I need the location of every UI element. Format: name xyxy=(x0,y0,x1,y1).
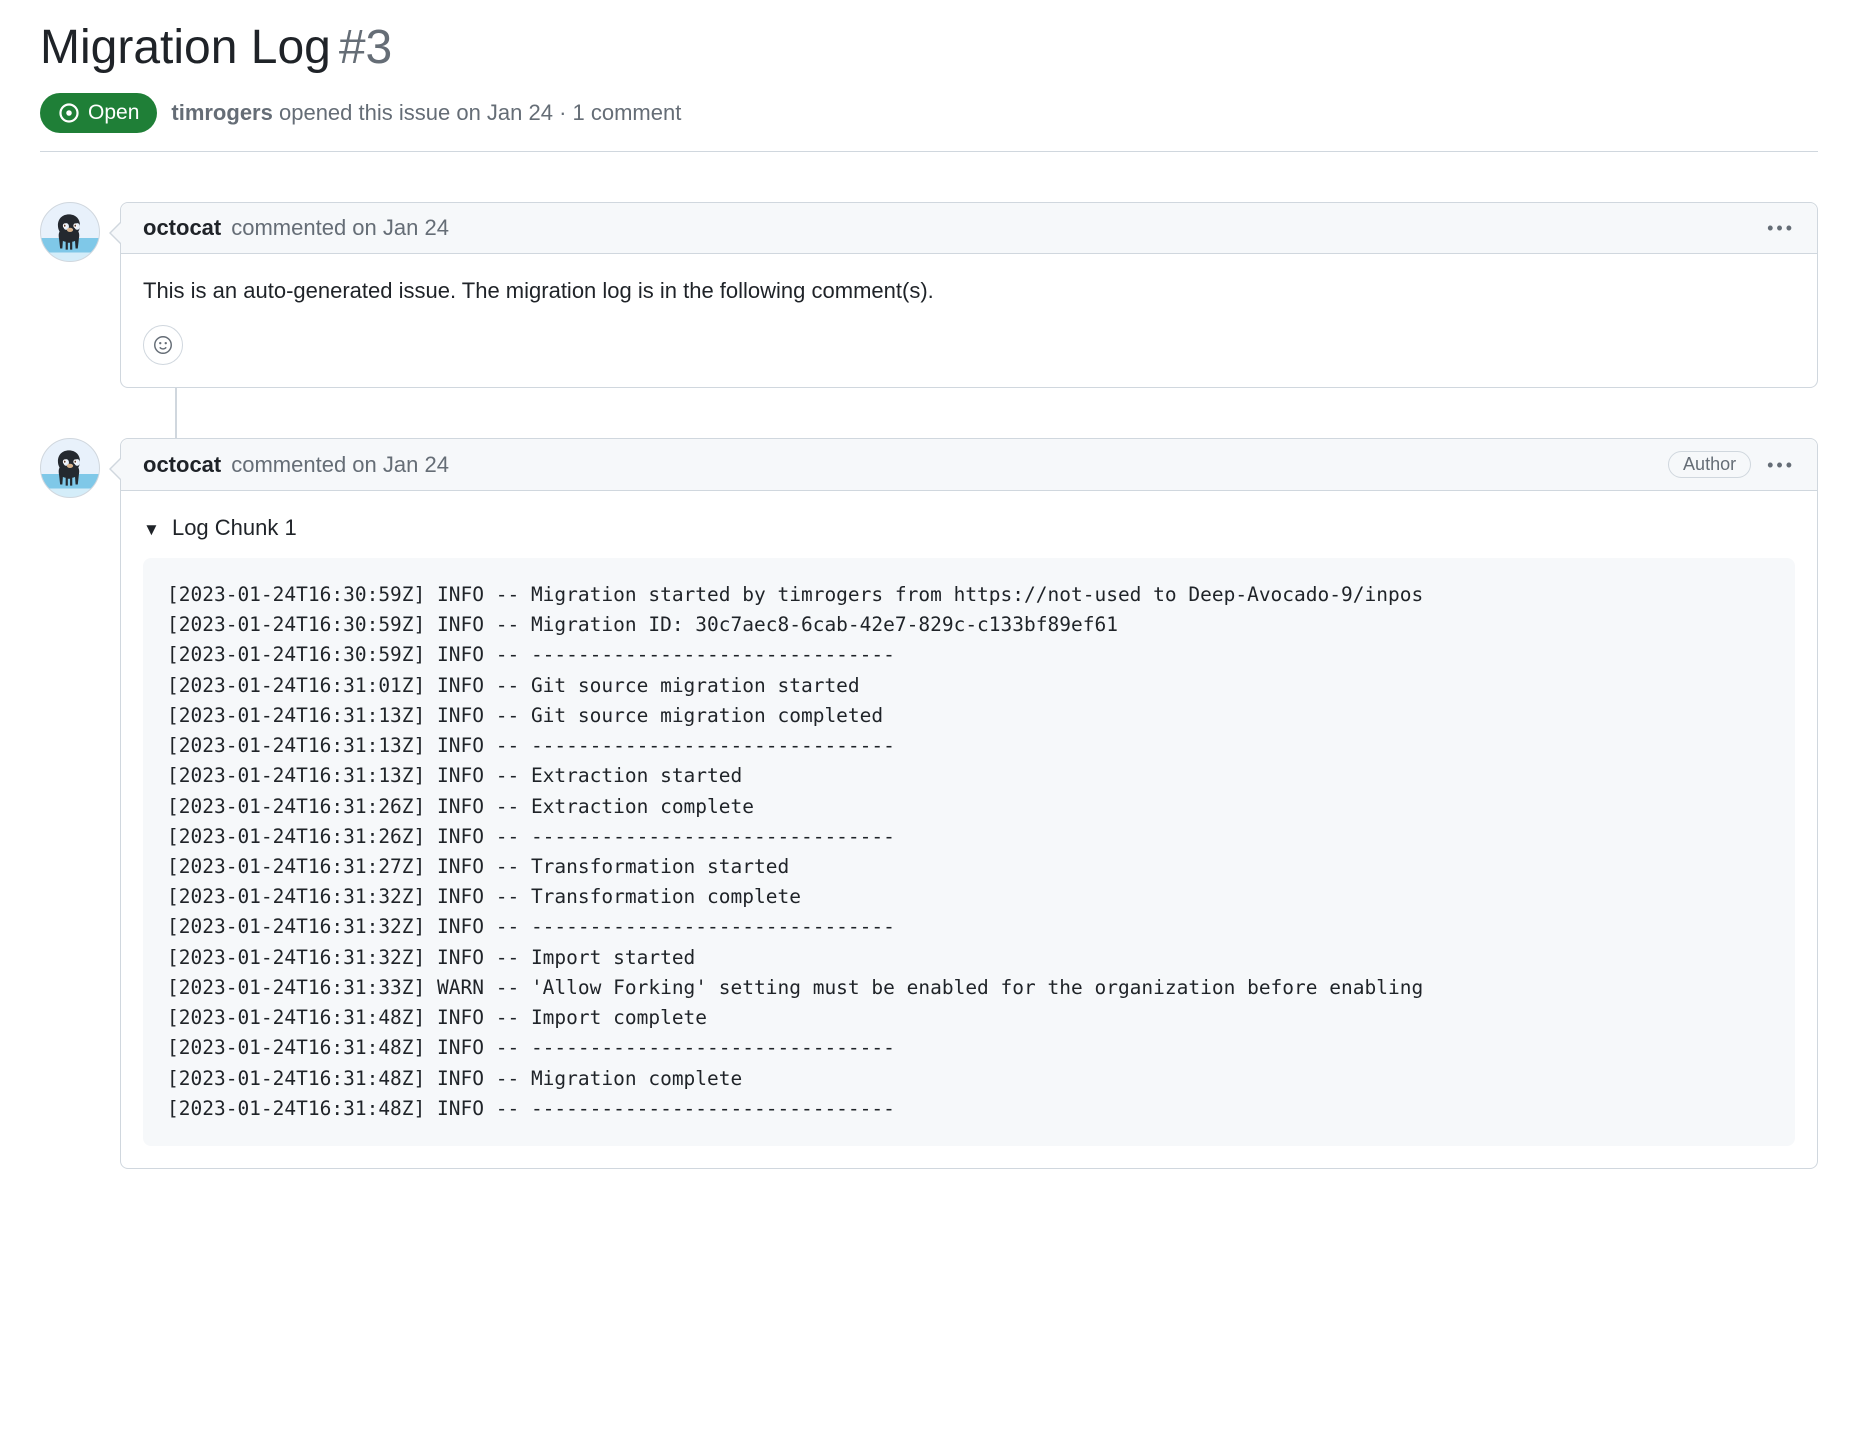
comment-body-text: This is an auto-generated issue. The mig… xyxy=(143,274,1795,307)
comment-box: octocat commented on Jan 24 ••• This is … xyxy=(120,202,1818,388)
add-reaction-button[interactable] xyxy=(143,325,183,365)
details-summary[interactable]: ▼ Log Chunk 1 xyxy=(143,511,1795,544)
issue-open-icon xyxy=(58,102,80,124)
avatar[interactable] xyxy=(40,202,100,262)
octocat-icon xyxy=(49,211,91,253)
smiley-icon xyxy=(152,334,174,356)
comment-author-link[interactable]: octocat xyxy=(143,452,221,478)
comment-author-link[interactable]: octocat xyxy=(143,215,221,241)
comment-menu-button[interactable]: ••• xyxy=(1767,456,1795,474)
log-code-block: [2023-01-24T16:30:59Z] INFO -- Migration… xyxy=(143,558,1795,1146)
issue-number: #3 xyxy=(339,20,392,75)
issue-opener-link[interactable]: timrogers xyxy=(171,100,272,125)
disclosure-triangle-icon: ▼ xyxy=(143,517,160,543)
comment-timestamp[interactable]: commented on Jan 24 xyxy=(231,452,449,478)
issue-title-row: Migration Log #3 xyxy=(40,20,1818,75)
issue-opened-text: opened this issue on Jan 24 · 1 comment xyxy=(279,100,681,125)
details-title: Log Chunk 1 xyxy=(172,515,297,540)
comment-timestamp[interactable]: commented on Jan 24 xyxy=(231,215,449,241)
author-badge: Author xyxy=(1668,451,1751,478)
avatar[interactable] xyxy=(40,438,100,498)
issue-state-label: Open xyxy=(88,101,139,125)
timeline-item: octocat commented on Jan 24 Author ••• ▼… xyxy=(40,438,1818,1169)
timeline-item: octocat commented on Jan 24 ••• This is … xyxy=(40,202,1818,388)
comment-menu-button[interactable]: ••• xyxy=(1767,219,1795,237)
comment-box: octocat commented on Jan 24 Author ••• ▼… xyxy=(120,438,1818,1169)
issue-state-badge: Open xyxy=(40,93,157,133)
issue-title: Migration Log xyxy=(40,20,331,75)
octocat-icon xyxy=(49,447,91,489)
issue-meta: timrogers opened this issue on Jan 24 · … xyxy=(171,100,681,126)
